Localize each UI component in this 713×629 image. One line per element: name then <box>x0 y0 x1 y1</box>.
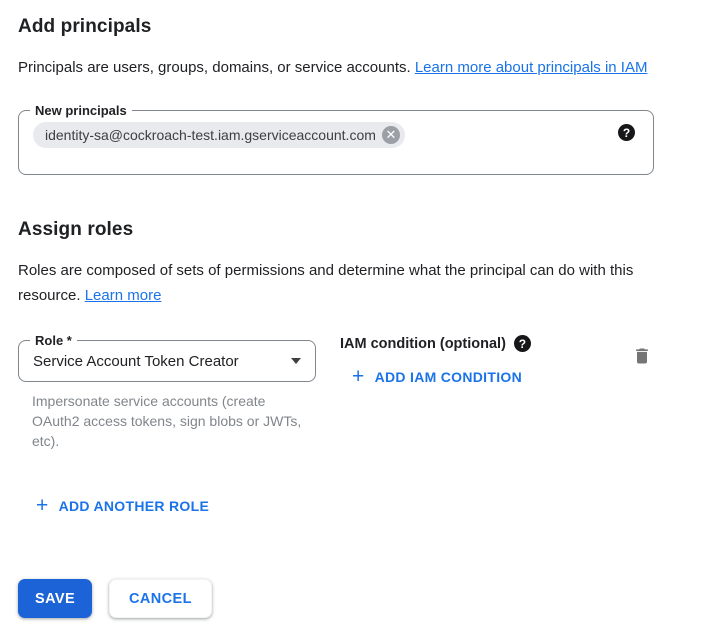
role-column: Role * Service Account Token Creator Imp… <box>18 340 316 451</box>
new-principals-field[interactable]: New principals identity-sa@cockroach-tes… <box>18 110 654 175</box>
principal-chip-text: identity-sa@cockroach-test.iam.gservicea… <box>45 127 376 143</box>
role-dropdown[interactable]: Role * Service Account Token Creator <box>18 340 316 382</box>
iam-condition-column: IAM condition (optional) ? + ADD IAM CON… <box>340 340 531 392</box>
add-iam-condition-label: ADD IAM CONDITION <box>375 369 522 385</box>
principals-description-text: Principals are users, groups, domains, o… <box>18 59 415 76</box>
plus-icon: + <box>352 368 365 386</box>
add-principals-panel: Add principals Principals are users, gro… <box>0 0 713 624</box>
add-another-role-button[interactable]: + ADD ANOTHER ROLE <box>28 491 217 521</box>
plus-icon: + <box>36 497 49 515</box>
role-row: Role * Service Account Token Creator Imp… <box>18 340 658 451</box>
roles-description: Roles are composed of sets of permission… <box>18 258 678 308</box>
action-buttons-row: SAVE CANCEL <box>18 579 695 618</box>
cancel-button[interactable]: CANCEL <box>109 579 212 618</box>
page-title: Add principals <box>18 16 695 38</box>
chip-remove-icon[interactable]: ✕ <box>382 126 400 144</box>
learn-more-principals-link[interactable]: Learn more about principals in IAM <box>415 59 648 76</box>
new-principals-label: New principals <box>30 103 132 118</box>
add-another-role-label: ADD ANOTHER ROLE <box>59 498 210 514</box>
assign-roles-title: Assign roles <box>18 219 695 241</box>
learn-more-roles-link[interactable]: Learn more <box>85 287 162 304</box>
trash-icon <box>632 346 652 366</box>
role-label: Role * <box>30 333 77 348</box>
principals-description: Principals are users, groups, domains, o… <box>18 55 678 80</box>
delete-role-button[interactable] <box>632 346 652 366</box>
iam-condition-label-row: IAM condition (optional) ? <box>340 335 531 352</box>
role-helper-text: Impersonate service accounts (create OAu… <box>32 391 316 451</box>
role-selected-value: Service Account Token Creator <box>33 353 283 370</box>
principal-chip[interactable]: identity-sa@cockroach-test.iam.gservicea… <box>33 122 405 148</box>
save-button[interactable]: SAVE <box>18 579 92 618</box>
new-principals-help-icon[interactable]: ? <box>618 124 635 141</box>
add-iam-condition-button[interactable]: + ADD IAM CONDITION <box>344 362 530 392</box>
iam-condition-label: IAM condition (optional) <box>340 336 506 352</box>
iam-condition-help-icon[interactable]: ? <box>514 335 531 352</box>
dropdown-caret-icon <box>291 358 301 364</box>
